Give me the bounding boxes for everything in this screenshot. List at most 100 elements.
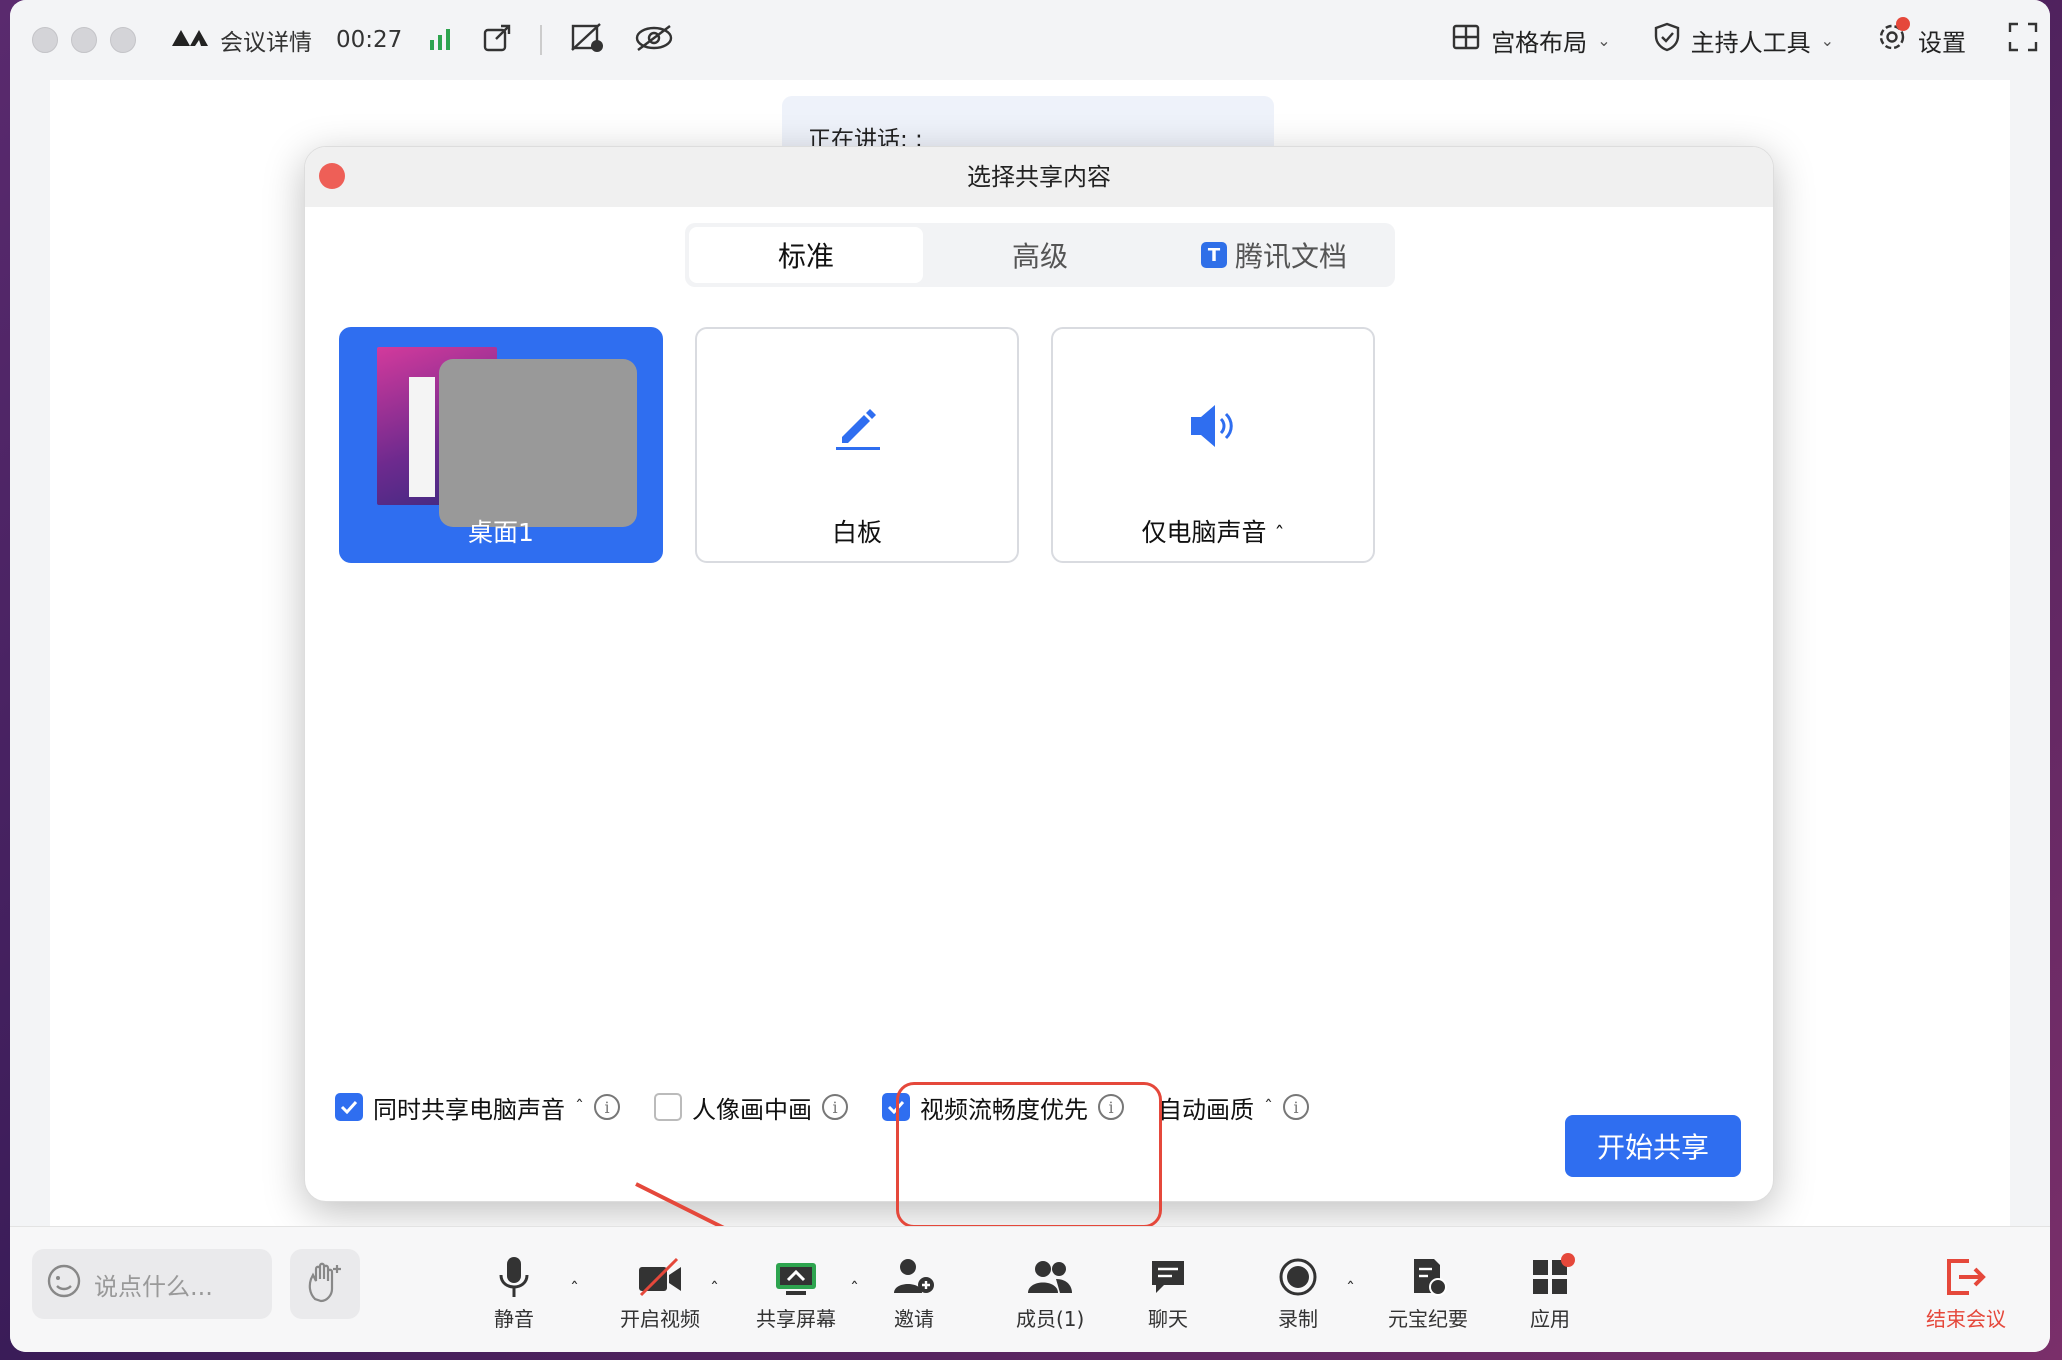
share-options-caret[interactable]: ˆ	[850, 1279, 859, 1300]
tab-standard[interactable]: 标准	[689, 227, 923, 283]
share-screen-button[interactable]: 共享屏幕	[756, 1255, 836, 1332]
shield-icon	[1653, 22, 1681, 58]
dialog-close-button[interactable]	[319, 163, 345, 189]
chevron-down-icon: ⌄	[1597, 30, 1611, 50]
invite-button[interactable]: 邀请	[892, 1255, 936, 1332]
record-label: 录制	[1278, 1307, 1318, 1331]
tab-label: 标准	[777, 240, 834, 273]
computer-audio-share-card[interactable]: 仅电脑声音 ˆ	[1051, 327, 1375, 563]
meeting-details-link[interactable]: 会议详情	[220, 23, 312, 57]
tencent-docs-icon: T	[1200, 242, 1227, 268]
share-audio-label: 同时共享电脑声音	[373, 1095, 565, 1124]
chat-icon	[1148, 1255, 1188, 1299]
meeting-timer: 00:27	[336, 27, 403, 53]
add-user-icon	[892, 1255, 936, 1299]
video-button[interactable]: 开启视频	[620, 1255, 700, 1332]
chevron-up-icon[interactable]: ˆ	[575, 1097, 584, 1118]
desktop-share-card[interactable]: 桌面1	[339, 327, 663, 563]
apps-grid-icon	[1531, 1253, 1575, 1299]
info-icon[interactable]: i	[1283, 1094, 1309, 1120]
chevron-up-icon[interactable]: ˆ	[1264, 1097, 1273, 1118]
host-tools-label: 主持人工具	[1690, 28, 1811, 57]
mute-button[interactable]: 静音	[494, 1255, 534, 1332]
info-icon[interactable]: i	[822, 1094, 848, 1120]
share-source-cards: 桌面1 白板 仅电脑声音 ˆ	[339, 327, 1375, 563]
separator	[540, 25, 543, 55]
start-sharing-button[interactable]: 开始共享	[1565, 1115, 1741, 1177]
window-controls	[32, 27, 136, 53]
share-audio-option[interactable]: 同时共享电脑声音 ˆ i	[335, 1090, 620, 1125]
view-hidden-icon[interactable]	[634, 23, 674, 57]
share-screen-icon	[774, 1255, 818, 1299]
video-label: 开启视频	[620, 1307, 700, 1331]
share-audio-checkbox[interactable]	[335, 1093, 363, 1121]
end-meeting-button[interactable]: 结束会议	[1926, 1255, 2006, 1332]
record-options-caret[interactable]: ˆ	[1346, 1279, 1355, 1300]
annotation-off-icon[interactable]	[570, 22, 606, 58]
meeting-window: 会议详情 00:27 宫格布局 ⌄ 主持人工具 ⌄ 设置 正在讲话: ; 选择共…	[10, 0, 2050, 1352]
dialog-title: 选择共享内容	[967, 163, 1111, 191]
settings-label: 设置	[1918, 28, 1966, 57]
members-button[interactable]: 成员(1)	[1016, 1255, 1084, 1332]
minimize-window-button[interactable]	[71, 27, 97, 53]
signal-strength-icon[interactable]	[428, 26, 454, 54]
exit-icon	[1945, 1255, 1987, 1299]
external-link-icon[interactable]	[482, 23, 512, 57]
share-tabs: 标准 高级 T 腾讯文档	[685, 223, 1395, 287]
apps-button[interactable]: 应用	[1530, 1253, 1575, 1332]
mute-label: 静音	[494, 1307, 534, 1331]
emoji-icon[interactable]	[46, 1263, 82, 1305]
tab-advanced[interactable]: 高级	[923, 227, 1157, 283]
grid-layout-menu[interactable]: 宫格布局 ⌄	[1451, 22, 1611, 58]
pip-option[interactable]: 人像画中画 i	[654, 1090, 848, 1125]
share-options: 同时共享电脑声音 ˆ i 人像画中画 i 视频流畅度优先 i 自动画质 ˆ i	[335, 1077, 1343, 1137]
chevron-down-icon: ⌄	[1820, 30, 1834, 50]
pip-checkbox[interactable]	[654, 1093, 682, 1121]
end-meeting-label: 结束会议	[1926, 1307, 2006, 1331]
pencil-icon	[832, 401, 882, 455]
card-label: 白板	[831, 518, 882, 547]
chat-label: 聊天	[1148, 1307, 1188, 1331]
notification-dot	[1896, 17, 1910, 31]
chat-button[interactable]: 聊天	[1148, 1255, 1188, 1332]
raise-hand-icon	[305, 1261, 345, 1307]
maximize-window-button[interactable]	[110, 27, 136, 53]
tab-label: 高级	[1011, 240, 1068, 273]
whiteboard-share-card[interactable]: 白板	[695, 327, 1019, 563]
pip-label: 人像画中画	[692, 1095, 812, 1124]
meeting-summary-button[interactable]: 元宝纪要	[1388, 1255, 1468, 1332]
bottom-toolbar: 说点什么... 静音 ˆ 开启视频 ˆ 共享屏幕 ˆ 邀请 成员(1) 聊天 录…	[10, 1226, 2050, 1352]
title-bar: 会议详情 00:27 宫格布局 ⌄ 主持人工具 ⌄ 设置	[10, 0, 2050, 80]
quick-message-input[interactable]: 说点什么...	[32, 1249, 272, 1319]
share-screen-label: 共享屏幕	[756, 1307, 836, 1331]
members-icon	[1026, 1255, 1074, 1299]
apps-label: 应用	[1530, 1307, 1570, 1331]
dialog-header: 选择共享内容	[305, 147, 1773, 207]
quality-label: 自动画质	[1158, 1095, 1254, 1124]
microphone-icon	[497, 1255, 531, 1299]
mute-options-caret[interactable]: ˆ	[570, 1279, 579, 1300]
host-tools-menu[interactable]: 主持人工具 ⌄	[1653, 22, 1834, 58]
record-button[interactable]: 录制	[1278, 1255, 1318, 1332]
tab-tencent-docs[interactable]: T 腾讯文档	[1157, 227, 1391, 283]
video-options-caret[interactable]: ˆ	[710, 1279, 719, 1300]
summary-doc-icon	[1408, 1255, 1448, 1299]
tab-label: 腾讯文档	[1234, 240, 1347, 273]
grid-layout-icon	[1451, 22, 1481, 58]
share-content-dialog: 选择共享内容 标准 高级 T 腾讯文档 桌面1 白板 仅电脑声音 ˆ 同时共享电…	[304, 146, 1774, 1202]
quick-message-placeholder: 说点什么...	[94, 1272, 213, 1301]
quality-option[interactable]: 自动画质 ˆ i	[1158, 1090, 1309, 1125]
tencent-meeting-logo-icon	[170, 26, 210, 54]
fullscreen-icon[interactable]	[2008, 22, 2038, 58]
card-label: 仅电脑声音 ˆ	[1141, 518, 1285, 547]
members-label: 成员(1)	[1016, 1307, 1085, 1331]
close-window-button[interactable]	[32, 27, 58, 53]
info-icon[interactable]: i	[594, 1094, 620, 1120]
speaker-icon	[1187, 401, 1239, 455]
settings-button[interactable]: 设置	[1876, 17, 1966, 59]
desktop-thumbnail	[377, 347, 637, 527]
grid-layout-label: 宫格布局	[1491, 28, 1588, 57]
raise-hand-button[interactable]	[290, 1249, 360, 1319]
video-off-icon	[637, 1255, 683, 1299]
card-label: 桌面1	[468, 518, 534, 547]
